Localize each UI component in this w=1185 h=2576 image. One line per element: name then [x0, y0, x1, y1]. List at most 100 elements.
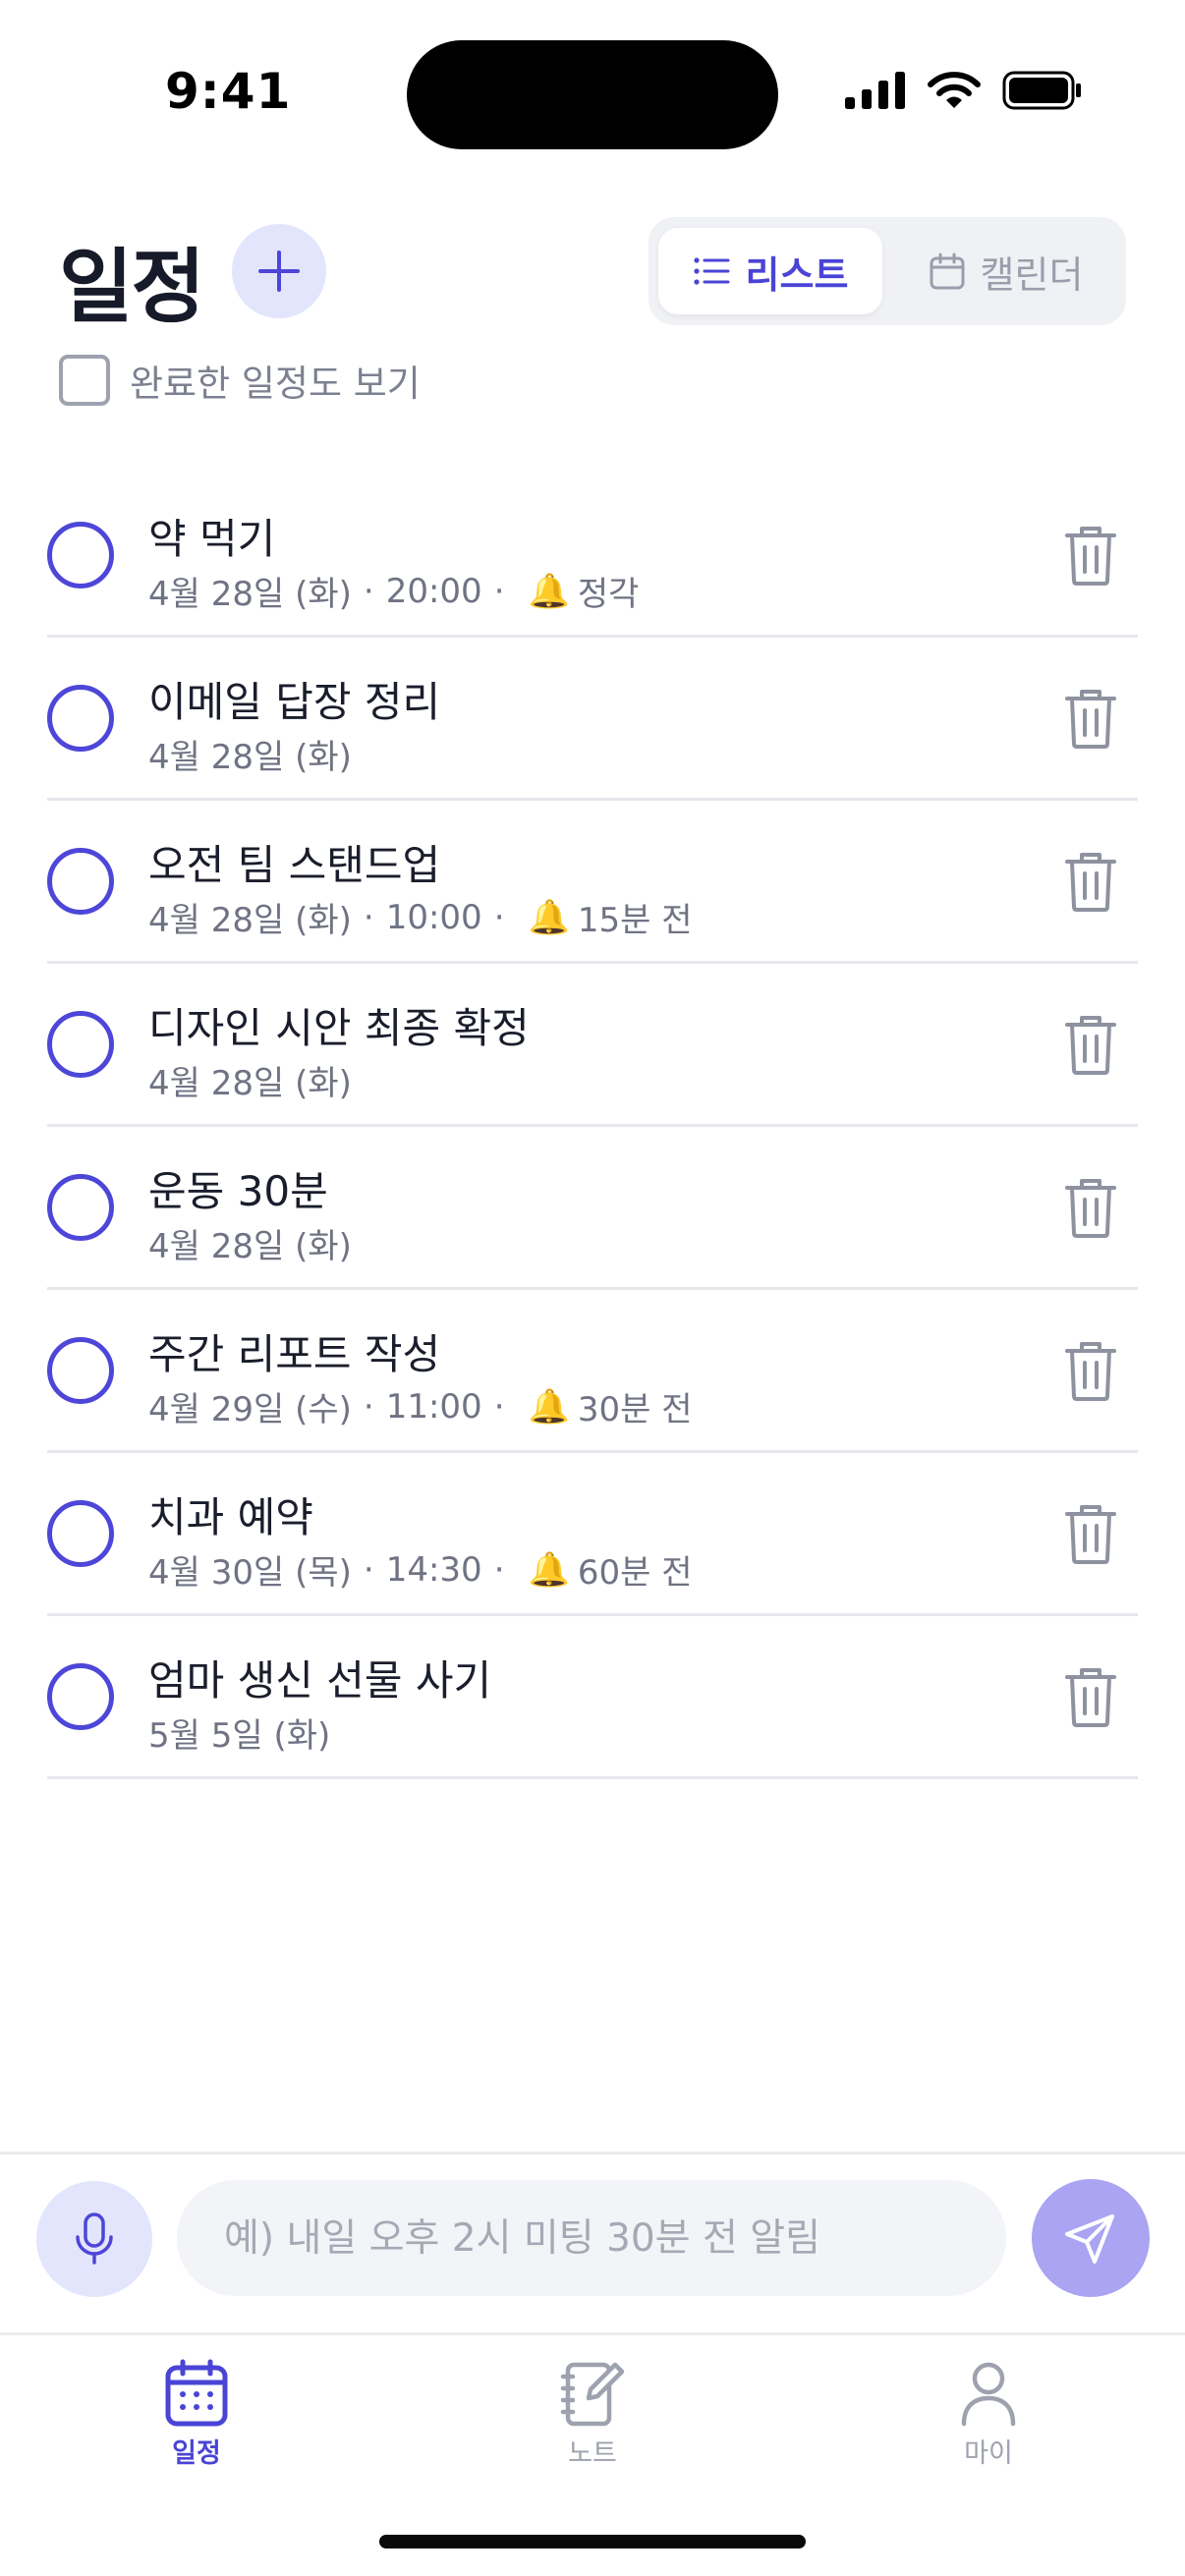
- show-completed-toggle[interactable]: 완료한 일정도 보기: [59, 354, 421, 407]
- calendar-view-button[interactable]: 캘린더: [894, 228, 1118, 314]
- calendar-view-label: 캘린더: [980, 252, 1084, 297]
- task-complete-checkbox[interactable]: [47, 1662, 114, 1730]
- task-date: 4월 28일 (화): [148, 1064, 352, 1103]
- status-time: 9:41: [165, 63, 292, 120]
- status-bar: 9:41: [0, 0, 1185, 187]
- tab-notes[interactable]: 노트: [494, 2359, 691, 2470]
- quick-add-input[interactable]: [177, 2180, 1006, 2296]
- task-date: 5월 5일 (화): [148, 1716, 331, 1756]
- trash-icon: [1065, 852, 1116, 912]
- delete-task-button[interactable]: [1063, 1013, 1118, 1076]
- list-view-label: 리스트: [745, 252, 849, 297]
- trash-icon: [1065, 1667, 1116, 1727]
- delete-task-button[interactable]: [1063, 1665, 1118, 1728]
- task-complete-checkbox[interactable]: [47, 1499, 114, 1567]
- task-title: 운동 30분: [148, 1167, 328, 1215]
- list-icon: [693, 257, 730, 285]
- delete-task-button[interactable]: [1063, 524, 1118, 587]
- task-complete-checkbox[interactable]: [47, 1173, 114, 1241]
- delete-task-button[interactable]: [1063, 1339, 1118, 1402]
- task-complete-checkbox[interactable]: [47, 521, 114, 588]
- task-title: 오전 팀 스탠드업: [148, 841, 441, 889]
- task-title: 치과 예약: [148, 1493, 313, 1541]
- task-meta: 4월 30일 (목) · 14:30 · 🔔 60분 전: [148, 1545, 692, 1594]
- view-toggle: 리스트 캘린더: [649, 217, 1126, 325]
- trash-icon: [1065, 1504, 1116, 1564]
- notebook-icon: [560, 2362, 625, 2427]
- task-meta: 4월 28일 (화) · 20:00 · 🔔 정각: [148, 567, 639, 615]
- task-title: 이메일 답장 정리: [148, 678, 441, 726]
- dynamic-island: [407, 40, 778, 149]
- show-completed-label: 완료한 일정도 보기: [130, 363, 421, 405]
- task-title: 약 먹기: [148, 515, 276, 563]
- delete-task-button[interactable]: [1063, 850, 1118, 913]
- quick-add-input-wrapper: [177, 2180, 1006, 2296]
- meta-separator: ·: [493, 1549, 505, 1590]
- task-date: 4월 29일 (수): [148, 1390, 352, 1429]
- list-view-button[interactable]: 리스트: [658, 228, 882, 314]
- task-row[interactable]: 치과 예약 4월 30일 (목) · 14:30 · 🔔 60분 전: [47, 1453, 1138, 1616]
- person-icon: [961, 2362, 1016, 2427]
- bell-icon: 🔔: [528, 897, 570, 937]
- task-alarm: 60분 전: [577, 1553, 693, 1593]
- task-time: 14:30: [385, 1549, 482, 1590]
- tab-my[interactable]: 마이: [890, 2359, 1087, 2470]
- page-title: 일정: [59, 241, 205, 334]
- tab-notes-label: 노트: [568, 2438, 617, 2469]
- calendar-icon: [165, 2359, 228, 2427]
- task-meta: 5월 5일 (화): [148, 1708, 330, 1757]
- trash-icon: [1065, 1178, 1116, 1238]
- meta-separator: ·: [493, 1386, 505, 1427]
- task-date: 4월 28일 (화): [148, 901, 352, 940]
- meta-separator: ·: [493, 897, 505, 937]
- microphone-icon: [76, 2212, 113, 2265]
- task-alarm: 정각: [577, 575, 640, 614]
- task-complete-checkbox[interactable]: [47, 684, 114, 752]
- tab-schedule-label: 일정: [172, 2438, 221, 2469]
- wifi-icon: [928, 72, 981, 108]
- bell-icon: 🔔: [528, 1549, 570, 1590]
- tab-my-label: 마이: [964, 2438, 1013, 2469]
- send-icon: [1065, 2214, 1114, 2264]
- task-complete-checkbox[interactable]: [47, 847, 114, 915]
- task-row[interactable]: 이메일 답장 정리 4월 28일 (화): [47, 638, 1138, 801]
- delete-task-button[interactable]: [1063, 687, 1118, 750]
- task-row[interactable]: 오전 팀 스탠드업 4월 28일 (화) · 10:00 · 🔔 15분 전: [47, 801, 1138, 964]
- trash-icon: [1065, 1015, 1116, 1075]
- cellular-signal-icon: [845, 72, 905, 109]
- delete-task-button[interactable]: [1063, 1176, 1118, 1239]
- task-complete-checkbox[interactable]: [47, 1336, 114, 1404]
- task-meta: 4월 29일 (수) · 11:00 · 🔔 30분 전: [148, 1382, 692, 1430]
- status-icons: [845, 71, 1083, 110]
- voice-input-button[interactable]: [36, 2181, 152, 2297]
- task-row[interactable]: 주간 리포트 작성 4월 29일 (수) · 11:00 · 🔔 30분 전: [47, 1290, 1138, 1453]
- send-button[interactable]: [1032, 2179, 1150, 2297]
- trash-icon: [1065, 526, 1116, 586]
- task-row[interactable]: 약 먹기 4월 28일 (화) · 20:00 · 🔔 정각: [47, 475, 1138, 638]
- task-list: 약 먹기 4월 28일 (화) · 20:00 · 🔔 정각 이메일 답장 정리 4월 28일 …: [47, 475, 1138, 1779]
- task-row[interactable]: 디자인 시안 최종 확정 4월 28일 (화): [47, 964, 1138, 1127]
- task-time: 11:00: [385, 1386, 482, 1427]
- tab-schedule[interactable]: 일정: [98, 2359, 295, 2470]
- task-time: 20:00: [385, 571, 482, 611]
- delete-task-button[interactable]: [1063, 1502, 1118, 1565]
- meta-separator: ·: [493, 571, 505, 611]
- task-complete-checkbox[interactable]: [47, 1010, 114, 1078]
- show-completed-checkbox[interactable]: [59, 355, 110, 406]
- bell-icon: 🔔: [528, 1386, 570, 1427]
- task-meta: 4월 28일 (화): [148, 1219, 352, 1267]
- task-alarm: 30분 전: [577, 1390, 693, 1429]
- task-title: 엄마 생신 선물 사기: [148, 1656, 492, 1705]
- task-title: 디자인 시안 최종 확정: [148, 1004, 530, 1052]
- quick-add-composer: [0, 2152, 1185, 2332]
- task-row[interactable]: 운동 30분 4월 28일 (화): [47, 1127, 1138, 1290]
- task-alarm: 15분 전: [577, 901, 693, 940]
- task-date: 4월 28일 (화): [148, 575, 352, 614]
- plus-icon: [258, 251, 300, 292]
- trash-icon: [1065, 1341, 1116, 1401]
- add-schedule-button[interactable]: [232, 224, 326, 318]
- trash-icon: [1065, 689, 1116, 749]
- task-row[interactable]: 엄마 생신 선물 사기 5월 5일 (화): [47, 1616, 1138, 1779]
- task-meta: 4월 28일 (화) · 10:00 · 🔔 15분 전: [148, 893, 692, 941]
- task-time: 10:00: [385, 897, 482, 937]
